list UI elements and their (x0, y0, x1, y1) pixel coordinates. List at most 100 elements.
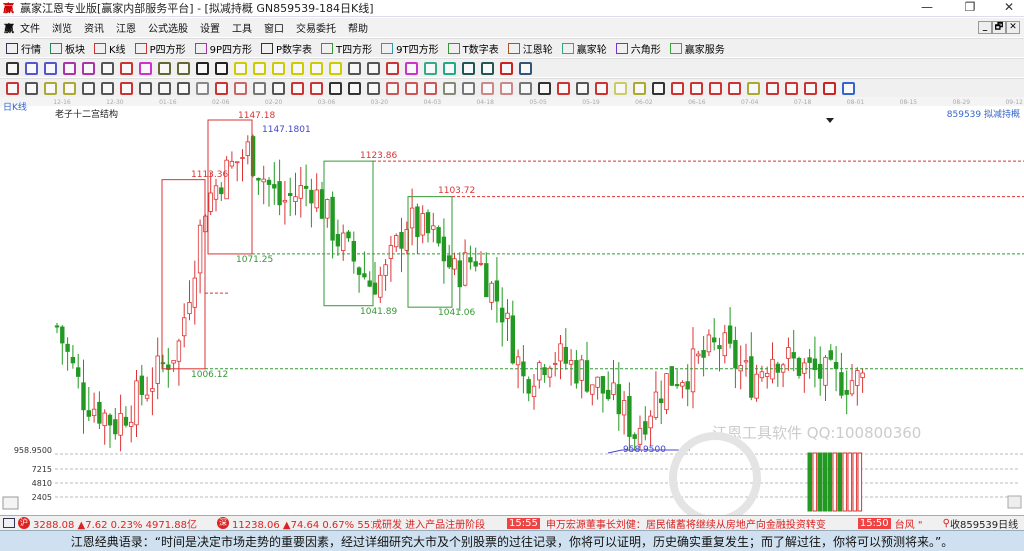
chart-tool-icon[interactable] (386, 61, 399, 75)
draw-tool-icon[interactable] (177, 81, 190, 95)
menu-item[interactable]: 公式选股 (148, 20, 188, 35)
menu-item[interactable]: 资讯 (84, 20, 104, 35)
draw-tool-icon[interactable] (44, 81, 57, 95)
draw-tool-icon[interactable] (63, 81, 76, 95)
draw-tool-icon[interactable] (82, 81, 95, 95)
close-button[interactable]: ✕ (994, 0, 1024, 14)
quote-grid-icon[interactable] (3, 518, 15, 528)
draw-tool-icon[interactable] (234, 81, 247, 95)
draw-tool-icon[interactable] (614, 81, 627, 95)
chart-tool-icon[interactable] (481, 61, 494, 75)
toolbar-button[interactable]: T四方形 (321, 41, 372, 56)
chart-tool-icon[interactable] (82, 61, 95, 75)
chart-tool-icon[interactable] (272, 61, 285, 75)
chart-tool-icon[interactable] (44, 61, 57, 75)
draw-tool-icon[interactable] (538, 81, 551, 95)
chart-tool-icon[interactable] (291, 61, 304, 75)
chart-tool-icon[interactable] (519, 61, 532, 75)
draw-tool-icon[interactable] (823, 81, 836, 95)
toolbar-button[interactable]: 江恩轮 (507, 41, 553, 56)
toolbar-button[interactable]: T数字表 (447, 41, 499, 56)
draw-tool-icon[interactable] (500, 81, 513, 95)
toolbar-button[interactable]: 9P四方形 (194, 41, 252, 56)
draw-tool-icon[interactable] (25, 81, 38, 95)
draw-tool-icon[interactable] (652, 81, 665, 95)
draw-tool-icon[interactable] (557, 81, 570, 95)
chart-tool-icon[interactable] (215, 61, 228, 75)
menu-item[interactable]: 窗口 (264, 20, 284, 35)
draw-tool-icon[interactable] (633, 81, 646, 95)
chart-tool-icon[interactable] (25, 61, 38, 75)
menu-item[interactable]: 设置 (200, 20, 220, 35)
app-menu-icon[interactable]: 赢 (4, 20, 14, 35)
chart-tool-icon[interactable] (63, 61, 76, 75)
toolbar-button[interactable]: P数字表 (261, 41, 312, 56)
draw-tool-icon[interactable] (804, 81, 817, 95)
draw-tool-icon[interactable] (367, 81, 380, 95)
draw-tool-icon[interactable] (576, 81, 589, 95)
draw-tool-icon[interactable] (253, 81, 266, 95)
mdi-close-button[interactable]: ✕ (1006, 21, 1020, 34)
draw-tool-icon[interactable] (291, 81, 304, 95)
toolbar-button[interactable]: 9T四方形 (381, 41, 439, 56)
draw-tool-icon[interactable] (709, 81, 722, 95)
toolbar-button[interactable]: 板块 (50, 41, 85, 56)
draw-tool-icon[interactable] (728, 81, 741, 95)
dropdown-arrow-icon[interactable] (826, 118, 834, 123)
draw-tool-icon[interactable] (348, 81, 361, 95)
menu-item[interactable]: 文件 (20, 20, 40, 35)
chart-tool-icon[interactable] (310, 61, 323, 75)
menu-item[interactable]: 工具 (232, 20, 252, 35)
draw-tool-icon[interactable] (443, 81, 456, 95)
mdi-minimize-button[interactable]: _ (978, 21, 992, 34)
chart-tool-icon[interactable] (443, 61, 456, 75)
news-ticker-2[interactable]: 申万宏源董事长刘健：居民储蓄将继续从房地产向金融投资转变 (546, 516, 858, 531)
chart-tool-icon[interactable] (101, 61, 114, 75)
menu-item[interactable]: 江恩 (116, 20, 136, 35)
draw-tool-icon[interactable] (272, 81, 285, 95)
draw-tool-icon[interactable] (158, 81, 171, 95)
draw-tool-icon[interactable] (747, 81, 760, 95)
draw-tool-icon[interactable] (424, 81, 437, 95)
toolbar-button[interactable]: 六角形 (615, 41, 661, 56)
draw-tool-icon[interactable] (690, 81, 703, 95)
toolbar-button[interactable]: P四方形 (134, 41, 186, 56)
toolbar-button[interactable]: 赢家服务 (669, 41, 725, 56)
draw-tool-icon[interactable] (310, 81, 323, 95)
restore-button[interactable]: ❐ (955, 0, 985, 14)
mdi-restore-button[interactable]: 🗗 (992, 21, 1006, 34)
chart-tool-icon[interactable] (329, 61, 342, 75)
draw-tool-icon[interactable] (215, 81, 228, 95)
chart-tool-icon[interactable] (367, 61, 380, 75)
draw-tool-icon[interactable] (766, 81, 779, 95)
scroll-right-button[interactable] (1007, 495, 1022, 509)
news-ticker-3[interactable]: 台风 " (895, 516, 943, 531)
draw-tool-icon[interactable] (785, 81, 798, 95)
kline-chart[interactable]: 12-16 12-30 01-16 02-06 02-20 03-06 03-20 04-03… (0, 97, 1024, 515)
minimize-button[interactable]: — (912, 0, 942, 14)
chart-tool-icon[interactable] (348, 61, 361, 75)
draw-tool-icon[interactable] (6, 81, 19, 95)
draw-tool-icon[interactable] (101, 81, 114, 95)
chart-tool-icon[interactable] (234, 61, 247, 75)
chart-tool-icon[interactable] (120, 61, 133, 75)
shanghai-index-value[interactable]: 3288.08 ▲7.62 0.23% 4971.88亿 (33, 516, 203, 531)
draw-tool-icon[interactable] (842, 81, 855, 95)
chart-tool-icon[interactable] (253, 61, 266, 75)
collapse-volume-button[interactable] (2, 496, 19, 510)
draw-tool-icon[interactable] (196, 81, 209, 95)
chart-tool-icon[interactable] (177, 61, 190, 75)
draw-tool-icon[interactable] (595, 81, 608, 95)
chart-tool-icon[interactable] (500, 61, 513, 75)
draw-tool-icon[interactable] (386, 81, 399, 95)
draw-tool-icon[interactable] (139, 81, 152, 95)
chart-tool-icon[interactable] (462, 61, 475, 75)
news-ticker-1[interactable]: 成研发 进入产品注册阶段 (372, 516, 507, 531)
draw-tool-icon[interactable] (671, 81, 684, 95)
draw-tool-icon[interactable] (519, 81, 532, 95)
draw-tool-icon[interactable] (120, 81, 133, 95)
draw-tool-icon[interactable] (481, 81, 494, 95)
chart-tool-icon[interactable] (405, 61, 418, 75)
draw-tool-icon[interactable] (462, 81, 475, 95)
shenzhen-index-value[interactable]: 11238.06 ▲74.64 0.67% 5519.72亿 (232, 516, 372, 531)
